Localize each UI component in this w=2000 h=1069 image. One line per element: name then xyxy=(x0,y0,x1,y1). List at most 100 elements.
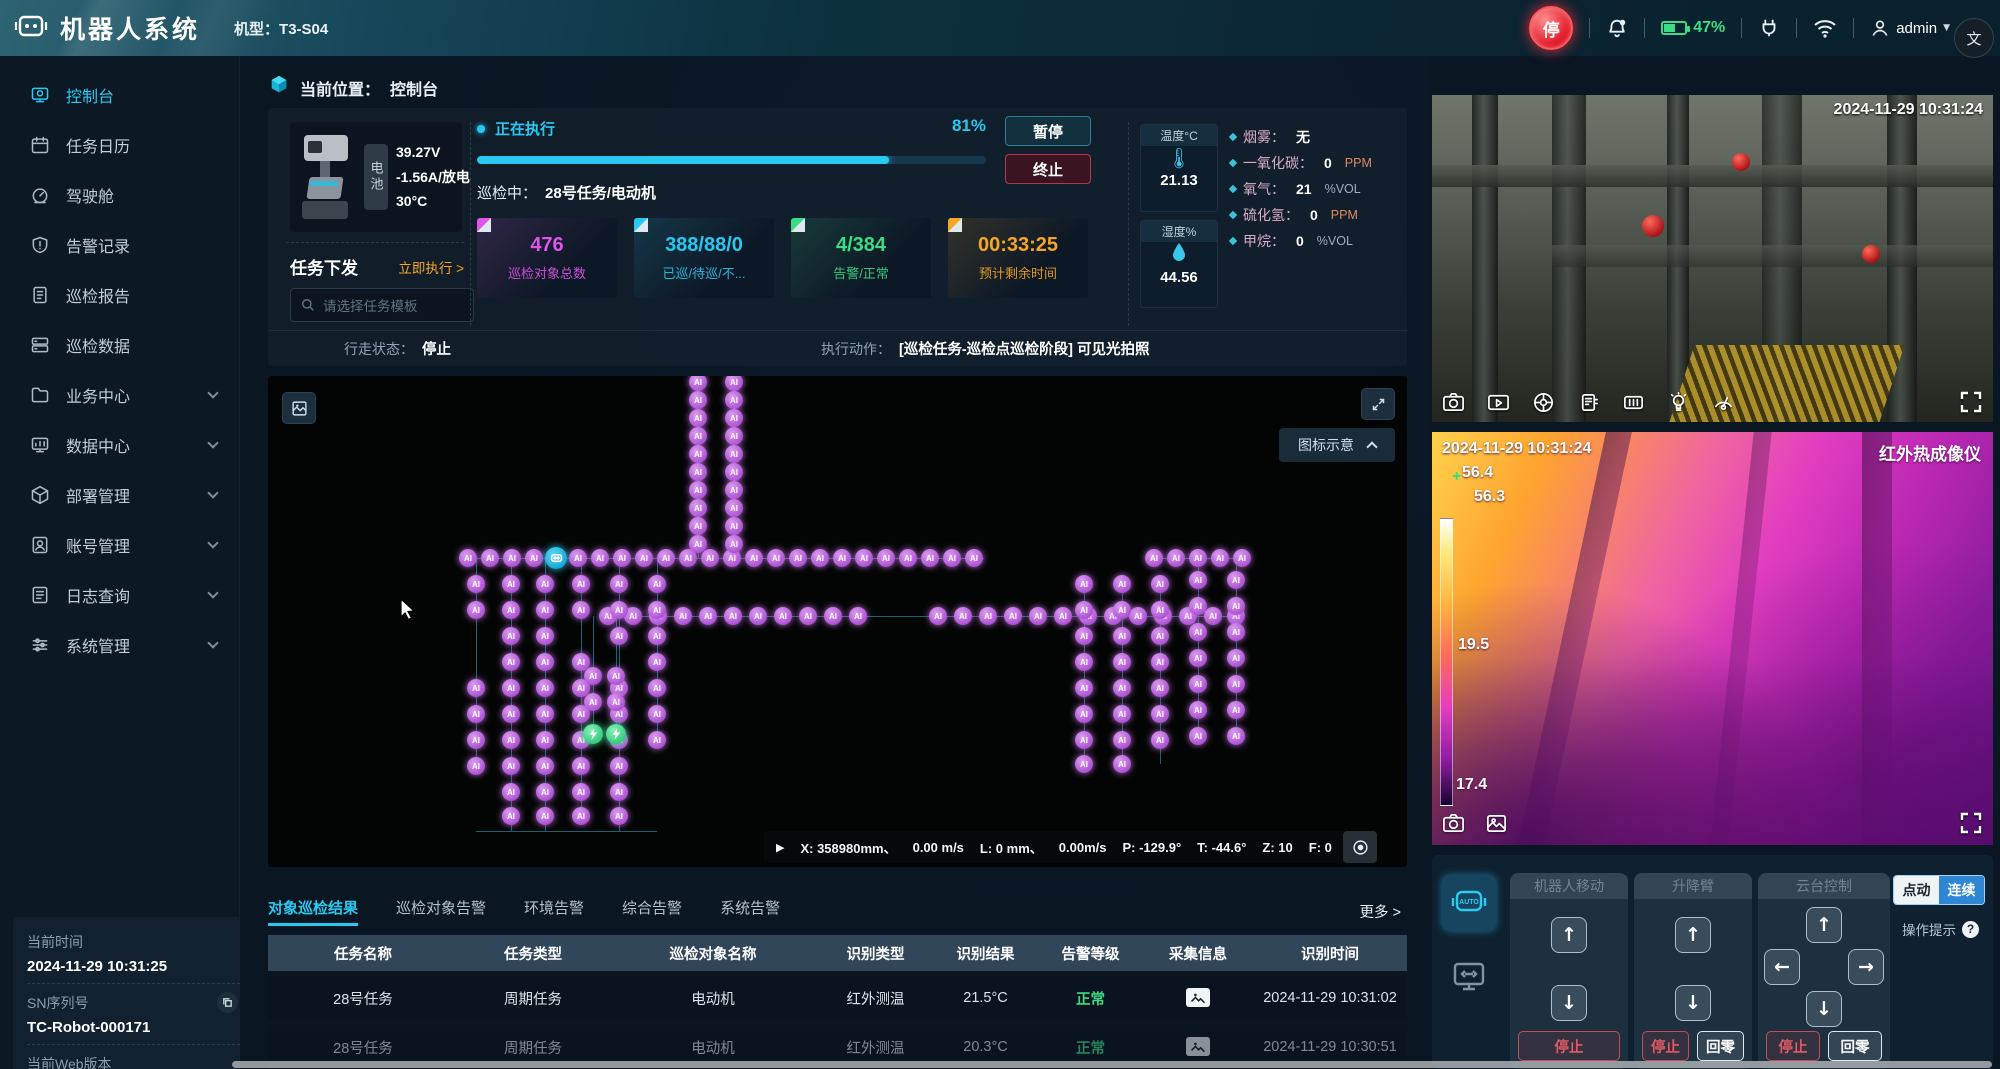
map-charger-node[interactable] xyxy=(606,724,626,744)
alarm-bell-icon[interactable] xyxy=(1606,17,1628,39)
fullscreen-icon[interactable] xyxy=(1959,390,1983,414)
auto-mode-button[interactable]: AUTO xyxy=(1442,875,1496,931)
map-node[interactable]: AI xyxy=(536,757,554,775)
map-node[interactable]: AI xyxy=(725,481,743,499)
map-node[interactable]: AI xyxy=(591,549,609,567)
map-node[interactable]: AI xyxy=(724,607,742,625)
map-node[interactable]: AI xyxy=(607,693,625,711)
map-node[interactable]: AI xyxy=(610,757,628,775)
map-node[interactable]: AI xyxy=(648,731,666,749)
map-node[interactable]: AI xyxy=(613,549,631,567)
map-node[interactable]: AI xyxy=(502,705,520,723)
map-node[interactable]: AI xyxy=(610,627,628,645)
map-node[interactable]: AI xyxy=(584,667,602,685)
map-node[interactable]: AI xyxy=(725,463,743,481)
map-node[interactable]: AI xyxy=(1113,679,1131,697)
map-node[interactable]: AI xyxy=(1189,675,1207,693)
map-node[interactable]: AI xyxy=(699,607,717,625)
map-node[interactable]: AI xyxy=(648,705,666,723)
locate-robot-button[interactable] xyxy=(1343,831,1377,863)
sidebar-item-7[interactable]: 数据中心 xyxy=(0,420,239,470)
map-node[interactable]: AI xyxy=(1151,731,1169,749)
map-node[interactable]: AI xyxy=(502,731,520,749)
map-node[interactable]: AI xyxy=(1145,549,1163,567)
arrow-left-button[interactable]: ← xyxy=(1764,949,1800,985)
map-node[interactable]: AI xyxy=(1075,653,1093,671)
map-node[interactable]: AI xyxy=(536,575,554,593)
continuous-option[interactable]: 连续 xyxy=(1939,876,1984,904)
arrow-down-button[interactable]: ↓ xyxy=(1806,991,1842,1027)
map-node[interactable]: AI xyxy=(572,601,590,619)
map-node[interactable]: AI xyxy=(502,783,520,801)
map-node[interactable]: AI xyxy=(1151,601,1169,619)
map-node[interactable]: AI xyxy=(536,627,554,645)
map-node[interactable]: AI xyxy=(648,601,666,619)
map-node[interactable]: AI xyxy=(674,607,692,625)
map-node[interactable]: AI xyxy=(1227,727,1245,745)
map-node[interactable]: AI xyxy=(1189,597,1207,615)
map-node[interactable]: AI xyxy=(824,607,842,625)
video-record-icon[interactable] xyxy=(1487,391,1510,414)
map-node[interactable]: AI xyxy=(899,549,917,567)
map-node[interactable]: AI xyxy=(1113,653,1131,671)
map-node[interactable]: AI xyxy=(877,549,895,567)
charger-plug-icon[interactable] xyxy=(1758,17,1780,39)
tab-0[interactable]: 对象巡检结果 xyxy=(268,897,358,926)
map-node[interactable]: AI xyxy=(689,427,707,445)
map-node[interactable]: AI xyxy=(1004,607,1022,625)
sidebar-item-5[interactable]: 巡检数据 xyxy=(0,320,239,370)
home-button[interactable]: 回零 xyxy=(1828,1031,1882,1061)
map-node[interactable]: AI xyxy=(689,517,707,535)
map-node[interactable]: AI xyxy=(536,807,554,825)
map-node[interactable]: AI xyxy=(1113,575,1131,593)
map-node[interactable]: AI xyxy=(929,607,947,625)
map-node[interactable]: AI xyxy=(1233,549,1251,567)
map-node[interactable]: AI xyxy=(503,549,521,567)
map-charger-node[interactable] xyxy=(583,724,603,744)
map-node[interactable]: AI xyxy=(1151,679,1169,697)
map-node[interactable]: AI xyxy=(536,653,554,671)
sidebar-item-4[interactable]: 巡检报告 xyxy=(0,270,239,320)
map-node[interactable]: AI xyxy=(572,807,590,825)
map-node[interactable]: AI xyxy=(467,705,485,723)
map-node[interactable]: AI xyxy=(1211,549,1229,567)
map-node[interactable]: AI xyxy=(943,549,961,567)
map-node[interactable]: AI xyxy=(536,783,554,801)
tab-4[interactable]: 系统告警 xyxy=(720,897,780,926)
more-link[interactable]: 更多 > xyxy=(1360,901,1402,922)
map-node[interactable]: AI xyxy=(572,575,590,593)
map-node[interactable]: AI xyxy=(1227,675,1245,693)
map-node[interactable]: AI xyxy=(536,601,554,619)
fullscreen-icon[interactable] xyxy=(1959,811,1983,835)
map-node[interactable]: AI xyxy=(467,575,485,593)
map-node[interactable]: AI xyxy=(1113,755,1131,773)
map-node[interactable]: AI xyxy=(979,607,997,625)
map-node[interactable]: AI xyxy=(1054,607,1072,625)
map-node[interactable]: AI xyxy=(689,463,707,481)
map-node[interactable]: AI xyxy=(1113,705,1131,723)
map-panel[interactable]: AIAIAIAIAIAIAIAIAIAIAIAIAIAIAIAIAIAIAIAI… xyxy=(268,376,1407,867)
light-icon[interactable] xyxy=(1667,391,1690,414)
map-node[interactable]: AI xyxy=(1167,549,1185,567)
tab-1[interactable]: 巡检对象告警 xyxy=(396,897,486,926)
map-node[interactable]: AI xyxy=(725,535,743,553)
map-node[interactable]: AI xyxy=(502,653,520,671)
map-node[interactable]: AI xyxy=(536,731,554,749)
map-node[interactable]: AI xyxy=(1189,623,1207,641)
map-node[interactable]: AI xyxy=(1227,571,1245,589)
map-node[interactable]: AI xyxy=(481,549,499,567)
map-node[interactable]: AI xyxy=(467,679,485,697)
map-node[interactable]: AI xyxy=(1075,705,1093,723)
map-node[interactable]: AI xyxy=(701,549,719,567)
legend-toggle-button[interactable]: 图标示意 xyxy=(1279,428,1395,462)
play-icon[interactable]: ▶ xyxy=(776,841,784,854)
stop-button[interactable]: 停止 xyxy=(1518,1031,1620,1061)
capture-image-icon[interactable] xyxy=(1143,988,1253,1008)
map-node[interactable]: AI xyxy=(1189,649,1207,667)
map-node[interactable]: AI xyxy=(1227,597,1245,615)
tab-3[interactable]: 综合告警 xyxy=(622,897,682,926)
map-node[interactable]: AI xyxy=(921,549,939,567)
map-node[interactable]: AI xyxy=(502,575,520,593)
map-node[interactable]: AI xyxy=(1113,627,1131,645)
map-node[interactable]: AI xyxy=(467,601,485,619)
